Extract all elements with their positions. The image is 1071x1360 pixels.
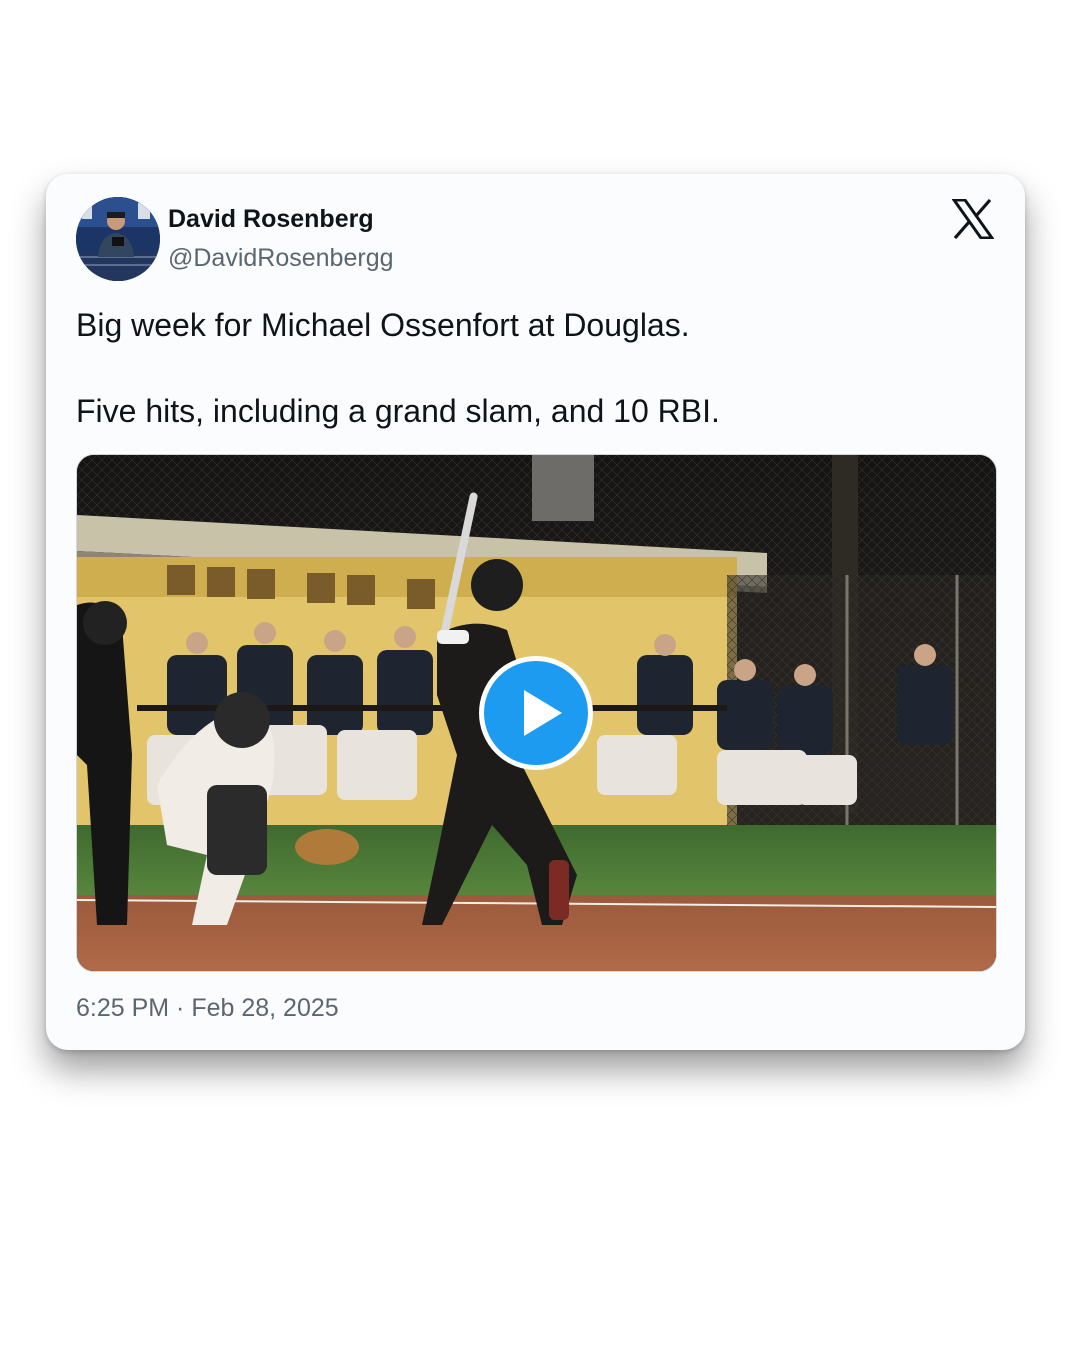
tweet-paragraph: Big week for Michael Ossenfort at Dougla…: [76, 307, 690, 343]
tweet-card[interactable]: David Rosenberg @DavidRosenbergg Big wee…: [46, 174, 1025, 1050]
page: David Rosenberg @DavidRosenbergg Big wee…: [0, 0, 1071, 1360]
avatar[interactable]: [76, 197, 160, 281]
tweet-text: Big week for Michael Ossenfort at Dougla…: [76, 304, 996, 433]
author-name[interactable]: David Rosenberg: [168, 205, 374, 234]
video-thumbnail[interactable]: [76, 454, 997, 972]
play-icon: [524, 690, 562, 736]
tweet-timestamp[interactable]: 6:25 PM · Feb 28, 2025: [76, 994, 339, 1023]
x-logo-icon[interactable]: [951, 198, 995, 240]
play-button[interactable]: [479, 656, 593, 770]
avatar-image: [76, 197, 160, 281]
tweet-paragraph: Five hits, including a grand slam, and 1…: [76, 393, 720, 429]
author-handle[interactable]: @DavidRosenbergg: [168, 244, 394, 273]
